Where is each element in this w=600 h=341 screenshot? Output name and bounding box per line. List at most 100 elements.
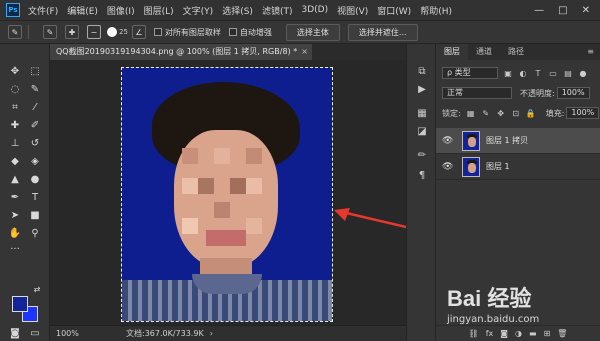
fill-input[interactable]: 100% — [566, 107, 600, 119]
lock-transparency-icon[interactable]: ▦ — [466, 108, 476, 118]
menu-window[interactable]: 窗口(W) — [377, 4, 411, 17]
auto-enhance-checkbox[interactable] — [228, 28, 237, 36]
menu-filter[interactable]: 滤镜(T) — [262, 4, 293, 17]
adjustment-icon[interactable]: ◑ — [515, 329, 522, 338]
quick-selection-icon[interactable]: ✎ — [28, 82, 42, 96]
layer-row[interactable]: 👁 图层 1 拷贝 — [436, 128, 600, 154]
shape-filter-icon[interactable]: ▭ — [548, 68, 558, 78]
marquee-tool-icon[interactable]: ⬚ — [28, 64, 42, 78]
new-layer-icon[interactable]: ⊞ — [544, 329, 551, 338]
menu-layer[interactable]: 图层(L) — [144, 4, 174, 17]
crop-tool-icon[interactable]: ⌗ — [8, 100, 22, 114]
rectangle-tool-icon[interactable]: ■ — [28, 208, 42, 222]
lock-pixels-icon[interactable]: ✎ — [481, 108, 491, 118]
paint-bucket-icon[interactable]: ◈ — [28, 154, 42, 168]
lasso-tool-icon[interactable]: ◌ — [8, 82, 22, 96]
menu-3d[interactable]: 3D(D) — [301, 5, 328, 15]
swap-colors-icon[interactable]: ⇄ — [30, 282, 44, 296]
brush-size-value[interactable]: 25 — [119, 28, 128, 36]
clone-stamp-icon[interactable]: ⊥ — [8, 136, 22, 150]
subtract-from-selection-icon[interactable]: − — [87, 25, 101, 39]
adjustments-icon[interactable]: ◪ — [415, 124, 429, 138]
move-tool-icon[interactable]: ✥ — [8, 64, 22, 78]
close-button[interactable]: ✕ — [582, 5, 590, 16]
layer-row[interactable]: 👁 图层 1 — [436, 154, 600, 180]
history-icon[interactable]: ⧉ — [415, 64, 429, 78]
layer-name[interactable]: 图层 1 — [486, 161, 510, 172]
new-selection-icon[interactable]: ✎ — [43, 25, 57, 39]
menu-edit[interactable]: 编辑(E) — [67, 4, 98, 17]
sample-all-layers-checkbox[interactable] — [153, 28, 162, 36]
brush-angle-icon[interactable]: ∠ — [131, 25, 146, 39]
maximize-button[interactable]: □ — [558, 5, 567, 16]
chevron-right-icon[interactable]: › — [210, 329, 213, 338]
document-tab[interactable]: QQ截图20190319194304.png @ 100% (图层 1 拷贝, … — [50, 44, 312, 60]
sample-all-layers-label: 对所有图层取样 — [164, 27, 221, 37]
menu-type[interactable]: 文字(Y) — [183, 4, 214, 17]
minimize-button[interactable]: — — [534, 5, 544, 16]
quick-selection-tool-icon[interactable]: ✎ — [8, 25, 22, 39]
fill-label: 填充: — [545, 108, 565, 118]
smart-object-filter-icon[interactable]: ▤ — [563, 68, 573, 78]
hand-tool-icon[interactable]: ✋ — [8, 226, 22, 240]
type-tool-icon[interactable]: T — [28, 190, 42, 204]
portrait-photo — [121, 67, 333, 322]
panel-menu-icon[interactable]: ≡ — [587, 44, 594, 60]
path-selection-icon[interactable]: ➤ — [8, 208, 22, 222]
canvas-area[interactable] — [50, 60, 406, 325]
mosaic-block — [182, 178, 198, 194]
add-to-selection-icon[interactable]: ✚ — [65, 25, 79, 39]
select-subject-button[interactable]: 选择主体 — [285, 23, 340, 41]
zoom-tool-icon[interactable]: ⚲ — [28, 226, 42, 240]
edit-toolbar-icon[interactable]: ··· — [8, 242, 22, 256]
link-icon[interactable]: ⛓ — [469, 329, 479, 338]
tab-paths[interactable]: 路径 — [500, 44, 532, 60]
trash-icon[interactable]: 🗑 — [557, 329, 567, 338]
visibility-eye-icon[interactable]: 👁 — [442, 162, 460, 172]
select-and-mask-button[interactable]: 选择并遮住... — [347, 23, 418, 41]
close-tab-icon[interactable]: × — [301, 44, 308, 60]
brush-preview-icon[interactable] — [107, 27, 117, 37]
quick-mask-icon[interactable]: ◙ — [8, 326, 22, 340]
layer-name[interactable]: 图层 1 拷贝 — [486, 135, 528, 146]
menu-image[interactable]: 图像(I) — [107, 4, 135, 17]
dodge-tool-icon[interactable]: ● — [28, 172, 42, 186]
lock-artboard-icon[interactable]: ⊡ — [511, 108, 521, 118]
tab-channels[interactable]: 通道 — [468, 44, 500, 60]
opacity-input[interactable]: 100% — [556, 87, 590, 99]
healing-brush-icon[interactable]: ✚ — [8, 118, 22, 132]
properties-icon[interactable]: ▦ — [415, 106, 429, 120]
eyedropper-tool-icon[interactable]: ⁄ — [28, 100, 42, 114]
menu-file[interactable]: 文件(F) — [28, 4, 58, 17]
type-filter-icon[interactable]: T — [533, 68, 543, 78]
menu-select[interactable]: 选择(S) — [222, 4, 253, 17]
brush-settings-icon[interactable]: ✏ — [415, 148, 429, 162]
layer-filter-select[interactable]: ρ 类型 — [442, 67, 498, 79]
fx-icon[interactable]: fx — [486, 329, 494, 338]
play-icon[interactable]: ▶ — [415, 82, 429, 96]
blend-mode-select[interactable]: 正常 — [442, 87, 512, 99]
tab-layers[interactable]: 图层 — [436, 44, 468, 60]
menu-view[interactable]: 视图(V) — [337, 4, 368, 17]
paragraph-icon[interactable]: ¶ — [415, 168, 429, 182]
zoom-level[interactable]: 100% — [56, 329, 96, 338]
baidu-watermark-logo: Bai 经验 — [447, 286, 531, 311]
filter-toggle-icon[interactable]: ● — [578, 68, 588, 78]
menu-help[interactable]: 帮助(H) — [420, 4, 452, 17]
group-icon[interactable]: ▬ — [529, 329, 537, 338]
lock-all-icon[interactable]: 🔒 — [526, 108, 536, 118]
lock-label: 锁定: — [442, 108, 461, 118]
eraser-tool-icon[interactable]: ◆ — [8, 154, 22, 168]
mask-icon[interactable]: ◙ — [500, 329, 508, 338]
visibility-eye-icon[interactable]: 👁 — [442, 136, 460, 146]
image-filter-icon[interactable]: ▣ — [503, 68, 513, 78]
history-brush-icon[interactable]: ↺ — [28, 136, 42, 150]
mosaic-block — [206, 230, 246, 246]
blur-tool-icon[interactable]: ▲ — [8, 172, 22, 186]
adjustment-filter-icon[interactable]: ◐ — [518, 68, 528, 78]
brush-tool-icon[interactable]: ✐ — [28, 118, 42, 132]
screen-mode-icon[interactable]: ▭ — [28, 326, 42, 340]
pen-tool-icon[interactable]: ✒ — [8, 190, 22, 204]
foreground-color-swatch[interactable] — [12, 296, 28, 312]
lock-position-icon[interactable]: ✥ — [496, 108, 506, 118]
